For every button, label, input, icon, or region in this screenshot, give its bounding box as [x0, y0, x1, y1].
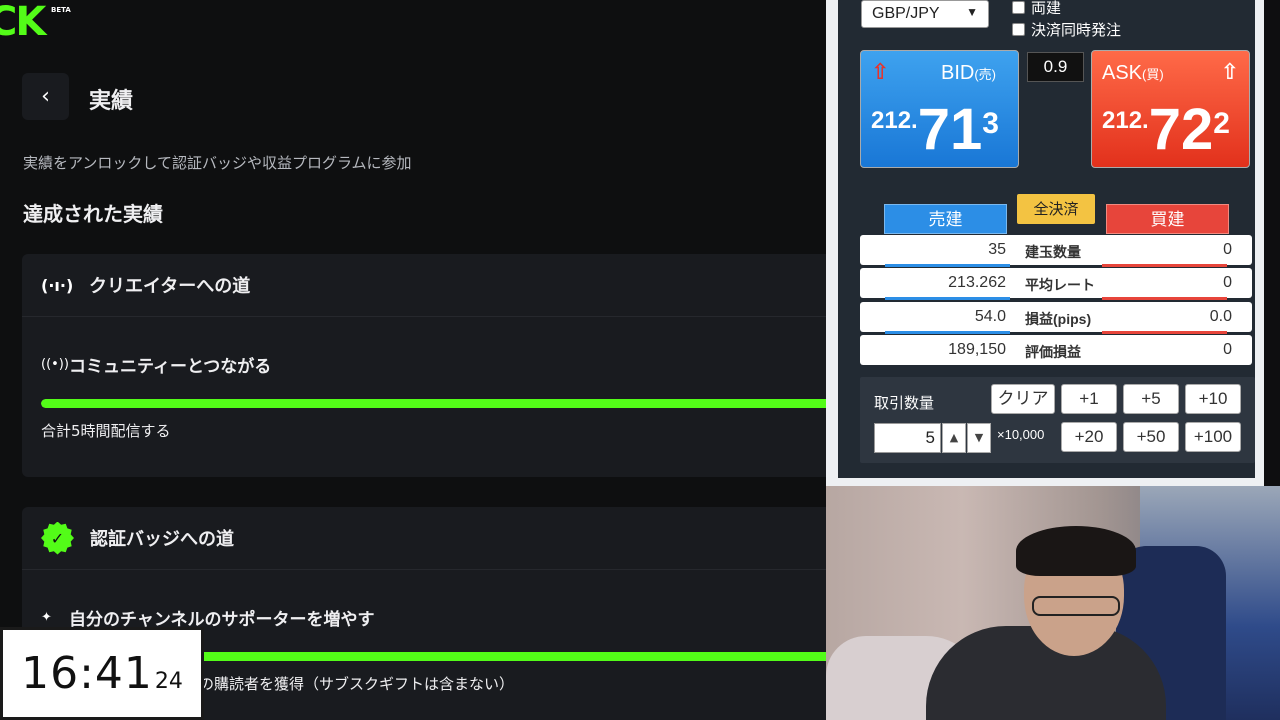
clock-seconds: 24 — [154, 669, 183, 694]
card-header[interactable]: ✓ 認証バッジへの道 — [22, 507, 826, 570]
bid-price: 212. 71 3 — [871, 97, 999, 162]
position-row: 35 建玉数量 0 — [860, 235, 1252, 267]
currency-pair-select[interactable]: GBP/JPY ▼ — [861, 0, 989, 28]
quantity-input[interactable]: 5 — [874, 423, 941, 453]
card-title: クリエイターへの道 — [89, 276, 251, 297]
arrow-up-icon: ⇧ — [871, 60, 890, 85]
back-button[interactable]: ‹ — [22, 73, 69, 120]
broadcast-icon: ((•)) — [41, 357, 69, 372]
spread-value: 0.9 — [1027, 52, 1084, 82]
add-1-button[interactable]: +1 — [1061, 384, 1117, 414]
card-title: 認証バッジへの道 — [90, 529, 234, 550]
kick-logo[interactable]: CK — [0, 2, 46, 42]
quantity-panel: 取引数量 クリア +1 +5 +10 5 ▲ ▼ ×10,000 +20 +50… — [860, 377, 1255, 463]
card-header[interactable]: (·ı·) クリエイターへの道 — [22, 254, 826, 317]
achievement-item-title: コミュニティーとつながる — [69, 357, 272, 377]
achievement-item-desc: 合計5時間配信する — [41, 422, 171, 440]
option-label: 決済同時発注 — [1031, 21, 1122, 39]
buy-position-button[interactable]: 買建 — [1106, 204, 1229, 234]
add-10-button[interactable]: +10 — [1185, 384, 1241, 414]
beta-label: BETA — [51, 6, 71, 14]
achievement-card-creator: (·ı·) クリエイターへの道 ((•)) コミュニティーとつながる 合計5時間… — [22, 254, 826, 477]
dropdown-arrow-icon: ▼ — [966, 5, 978, 19]
option-label: 両建 — [1031, 0, 1062, 17]
chevron-left-icon: ‹ — [41, 84, 50, 109]
page-title: 実績 — [89, 89, 134, 114]
trading-panel-body: GBP/JPY ▼ 両建 決済同時発注 ⇧ BID(売) 212. 71 3 0… — [838, 0, 1255, 478]
achievements-page: CK BETA ‹ 実績 実績をアンロックして認証バッジや収益プログラムに参加 … — [0, 0, 826, 720]
progress-fill — [41, 399, 826, 408]
bid-price-button[interactable]: ⇧ BID(売) 212. 71 3 — [860, 50, 1019, 168]
checkbox[interactable] — [1012, 23, 1025, 36]
verified-badge-icon: ✓ — [41, 521, 74, 555]
achievement-item: ((•)) コミュニティーとつながる — [41, 352, 271, 377]
add-100-button[interactable]: +100 — [1185, 422, 1241, 452]
webcam-person-glasses — [1032, 596, 1120, 616]
position-row: 189,150 評価損益 0 — [860, 335, 1252, 365]
decrement-icon[interactable]: ▼ — [967, 423, 991, 453]
close-all-button[interactable]: 全決済 — [1017, 194, 1095, 224]
achievement-item-desc: の購読者を獲得（サブスクギフトは含まない） — [199, 675, 515, 693]
clock-overlay: 16:41 24 — [0, 627, 204, 720]
add-50-button[interactable]: +50 — [1123, 422, 1179, 452]
progress-bar — [41, 399, 826, 408]
currency-pair-value: GBP/JPY — [872, 5, 940, 22]
webcam-feed — [826, 486, 1280, 720]
add-5-button[interactable]: +5 — [1123, 384, 1179, 414]
add-20-button[interactable]: +20 — [1061, 422, 1117, 452]
trading-panel: GBP/JPY ▼ 両建 決済同時発注 ⇧ BID(売) 212. 71 3 0… — [826, 0, 1264, 486]
option-simultaneous-order[interactable]: 決済同時発注 — [1012, 19, 1121, 40]
quantity-unit: ×10,000 — [997, 427, 1045, 442]
clear-button[interactable]: クリア — [991, 384, 1055, 414]
option-hedge[interactable]: 両建 — [1012, 0, 1061, 18]
clock-hours-minutes: 16:41 — [21, 648, 153, 699]
webcam-person-hair — [1016, 526, 1136, 576]
increment-icon[interactable]: ▲ — [942, 423, 966, 453]
ask-label: ASK(買) — [1102, 62, 1164, 84]
broadcast-icon: (·ı·) — [41, 275, 74, 295]
bid-label: BID(売) — [941, 62, 997, 84]
ask-price-button[interactable]: ASK(買) ⇧ 212. 72 2 — [1091, 50, 1250, 168]
checkbox[interactable] — [1012, 1, 1025, 14]
quantity-label: 取引数量 — [874, 394, 935, 412]
section-title: 達成された実績 — [23, 202, 163, 226]
position-row: 213.262 平均レート 0 — [860, 268, 1252, 300]
sparkle-icon: ✦ — [41, 610, 52, 625]
sell-position-button[interactable]: 売建 — [884, 204, 1007, 234]
position-row: 54.0 損益(pips) 0.0 — [860, 302, 1252, 334]
arrow-up-icon: ⇧ — [1220, 60, 1239, 85]
page-subtitle: 実績をアンロックして認証バッジや収益プログラムに参加 — [23, 154, 412, 172]
ask-price: 212. 72 2 — [1102, 97, 1230, 162]
